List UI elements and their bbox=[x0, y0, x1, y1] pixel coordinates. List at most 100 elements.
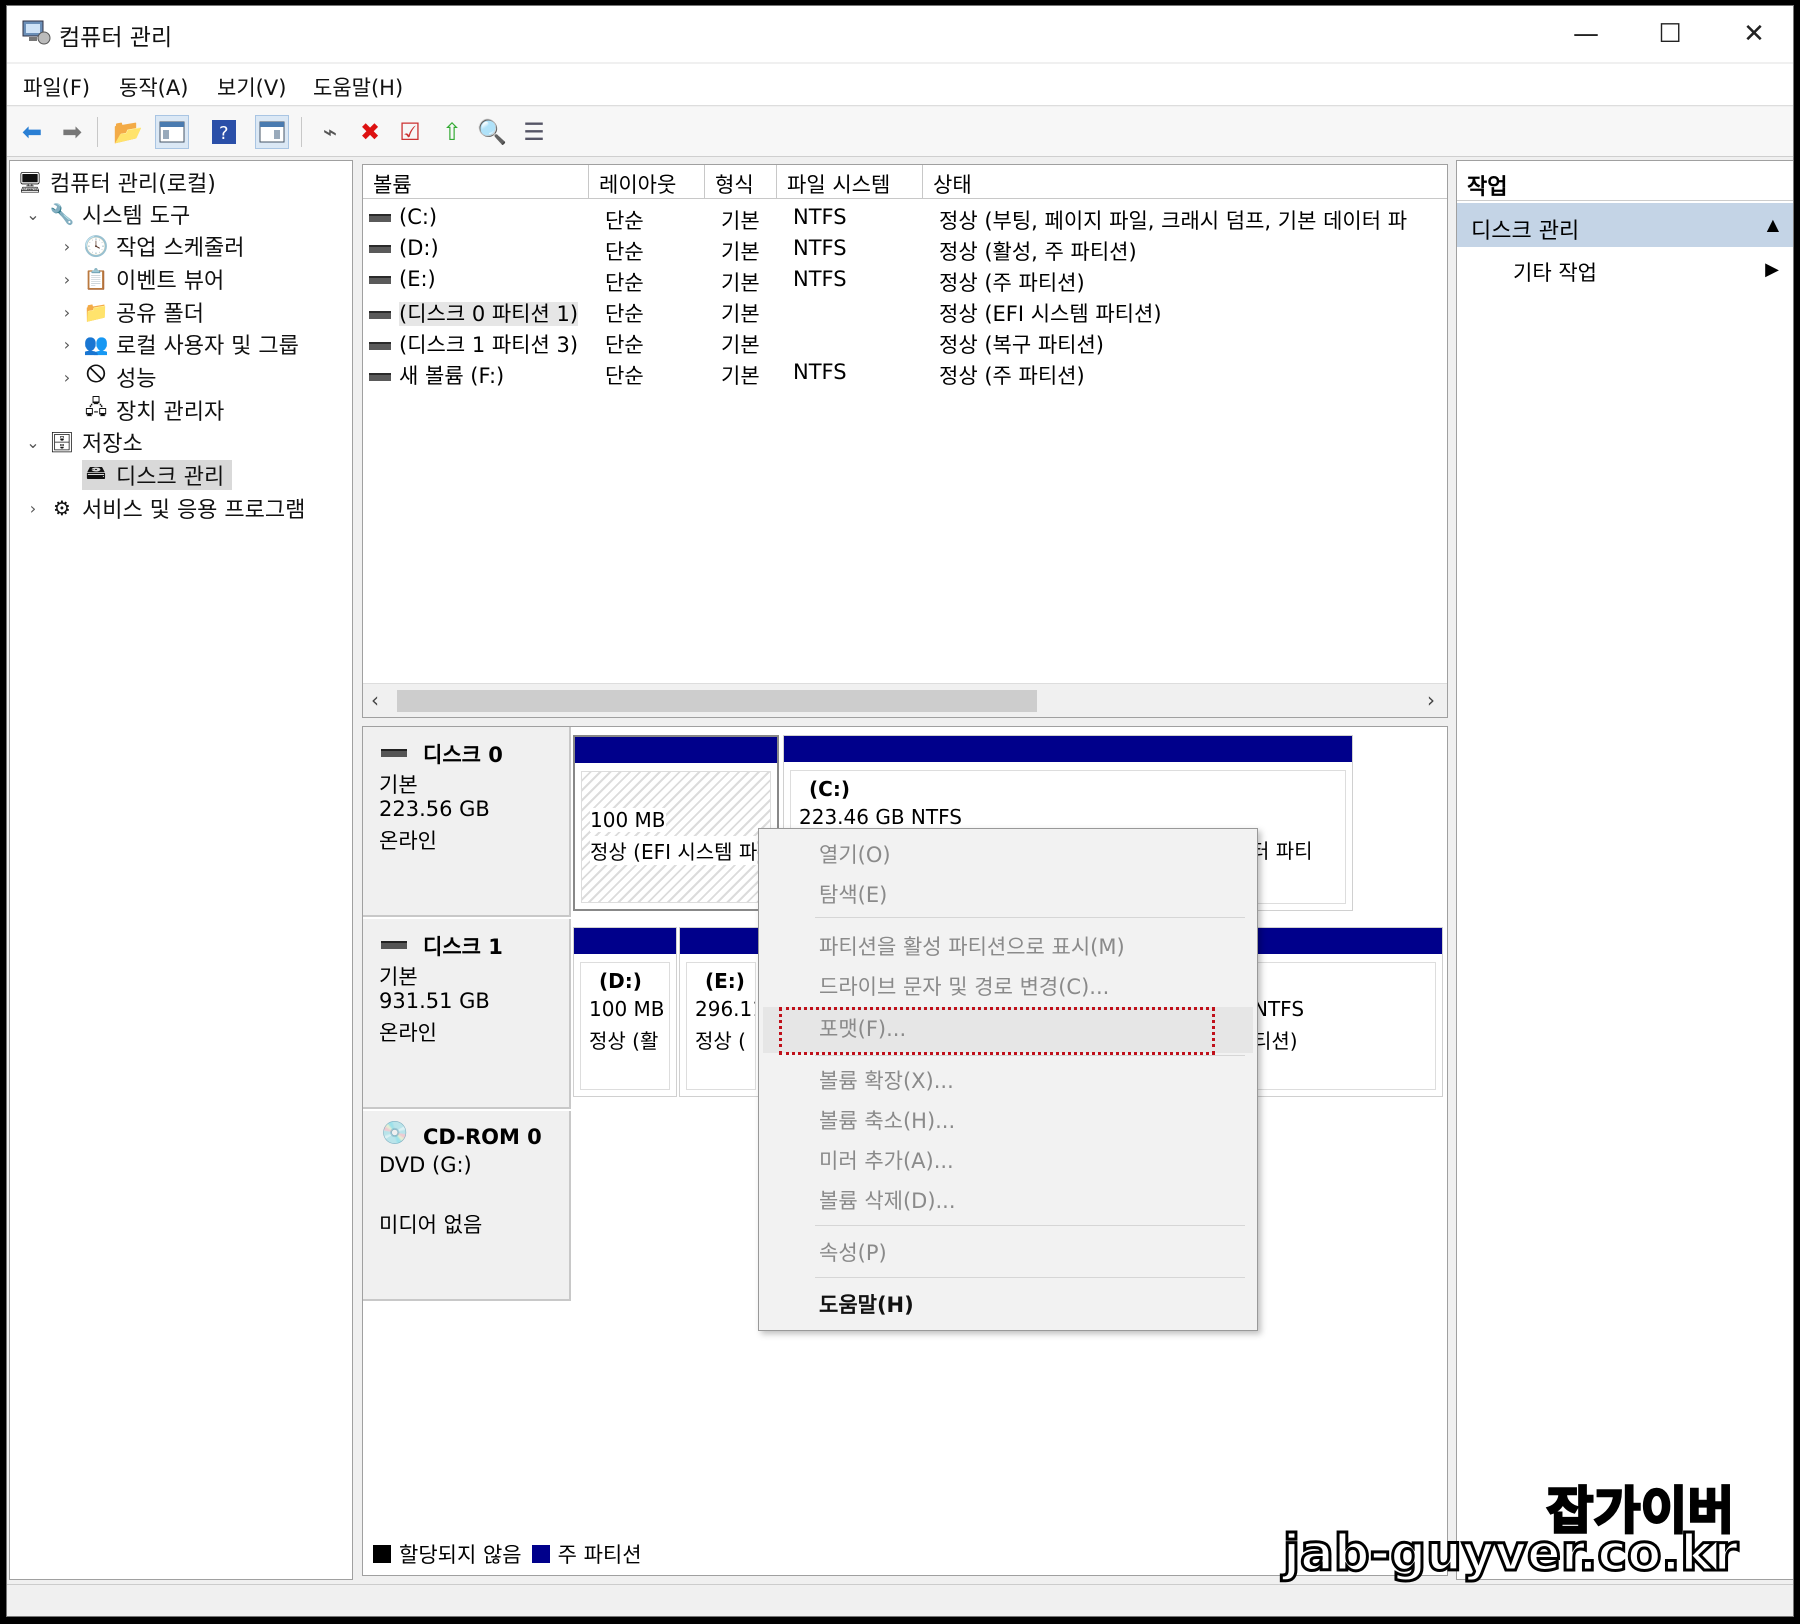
partition-disk1-f[interactable]: NTFS 티션) bbox=[1243, 927, 1443, 1097]
chevron-right-icon[interactable]: › bbox=[58, 335, 76, 354]
close-button[interactable]: ✕ bbox=[1712, 6, 1793, 62]
show-hide-tree-icon[interactable] bbox=[155, 115, 189, 149]
table-row[interactable]: (D:) 단순 기본 NTFS 정상 (활성, 주 파티션) bbox=[363, 234, 1447, 264]
menu-file[interactable]: 파일(F) bbox=[23, 72, 90, 102]
menu-help[interactable]: 도움말(H) bbox=[313, 72, 403, 102]
submenu-arrow-icon[interactable]: ▶ bbox=[1765, 259, 1779, 280]
menu-item-help[interactable]: 도움말(H) bbox=[819, 1289, 914, 1319]
computer-management-window: 컴퓨터 관리 — ☐ ✕ 파일(F) 동작(A) 보기(V) 도움말(H) ⬅ … bbox=[6, 5, 1794, 1617]
column-status[interactable]: 상태 bbox=[923, 165, 1447, 199]
tree-item-local-users[interactable]: › 👥 로컬 사용자 및 그룹 bbox=[58, 329, 299, 359]
table-row[interactable]: (디스크 0 파티션 1) 단순 기본 정상 (EFI 시스템 파티션) bbox=[363, 296, 1447, 326]
chevron-down-icon[interactable]: ⌄ bbox=[24, 205, 42, 224]
table-row[interactable]: (C:) 단순 기본 NTFS 정상 (부팅, 페이지 파일, 크래시 덤프, … bbox=[363, 203, 1447, 233]
forward-arrow-icon[interactable]: ➡ bbox=[55, 115, 89, 149]
partition-label: (E:) bbox=[705, 969, 745, 993]
chevron-right-icon[interactable]: › bbox=[24, 499, 42, 518]
storage-icon: 🗄 bbox=[49, 430, 75, 454]
partition-size: NTFS bbox=[1253, 997, 1305, 1021]
properties-check-icon[interactable]: ☑ bbox=[393, 115, 427, 149]
chevron-right-icon[interactable]: › bbox=[58, 237, 76, 256]
menu-item-mark-active[interactable]: 파티션을 활성 파티션으로 표시(M) bbox=[819, 931, 1125, 961]
column-filesystem[interactable]: 파일 시스템 bbox=[777, 165, 923, 199]
menu-item-open[interactable]: 열기(O) bbox=[819, 839, 891, 869]
connect-drive-icon[interactable]: ⌁ bbox=[313, 115, 347, 149]
drive-icon bbox=[369, 276, 391, 284]
delete-icon[interactable]: ✖ bbox=[353, 115, 387, 149]
show-hide-action-pane-icon[interactable] bbox=[255, 115, 289, 149]
chevron-right-icon[interactable]: › bbox=[58, 270, 76, 289]
action-pane-title: 작업 bbox=[1457, 161, 1793, 201]
menu-action[interactable]: 동작(A) bbox=[119, 72, 188, 102]
tree-item-services[interactable]: › ⚙ 서비스 및 응용 프로그램 bbox=[24, 493, 306, 523]
menu-item-add-mirror[interactable]: 미러 추가(A)... bbox=[819, 1145, 954, 1175]
up-folder-icon[interactable]: 📂 bbox=[111, 115, 145, 149]
chevron-right-icon[interactable]: › bbox=[58, 368, 76, 387]
list-view-icon[interactable]: ☰ bbox=[517, 115, 551, 149]
tree-label: 서비스 및 응용 프로그램 bbox=[82, 498, 306, 523]
tree-item-root[interactable]: 🖥 컴퓨터 관리(로컬) bbox=[16, 167, 216, 197]
cell-status: 정상 (주 파티션) bbox=[939, 364, 1085, 388]
scroll-right-icon[interactable]: › bbox=[1427, 688, 1435, 712]
menu-item-properties[interactable]: 속성(P) bbox=[819, 1237, 887, 1267]
disk-type: 기본 bbox=[379, 965, 418, 989]
tree-item-storage[interactable]: ⌄ 🗄 저장소 bbox=[24, 427, 142, 457]
column-volume[interactable]: 볼륨 bbox=[363, 165, 589, 199]
table-row[interactable]: (디스크 1 파티션 3) 단순 기본 정상 (복구 파티션) bbox=[363, 327, 1447, 357]
cell-status: 정상 (부팅, 페이지 파일, 크래시 덤프, 기본 데이터 파 bbox=[939, 209, 1408, 233]
tree-item-task-scheduler[interactable]: › 🕓 작업 스케줄러 bbox=[58, 231, 245, 261]
table-row[interactable]: (E:) 단순 기본 NTFS 정상 (주 파티션) bbox=[363, 265, 1447, 295]
menu-item-extend[interactable]: 볼륨 확장(X)... bbox=[819, 1065, 954, 1095]
chevron-right-icon[interactable]: › bbox=[58, 303, 76, 322]
partition-disk1-d[interactable]: (D:) 100 MB 정상 (활 bbox=[573, 927, 677, 1097]
collapse-up-icon[interactable]: ▲ bbox=[1767, 215, 1779, 234]
menu-bar: 파일(F) 동작(A) 보기(V) 도움말(H) bbox=[7, 64, 1793, 106]
partition-status: 정상 ( bbox=[695, 1029, 746, 1053]
menu-view[interactable]: 보기(V) bbox=[217, 72, 286, 102]
tree-item-disk-management[interactable]: 🖴 디스크 관리 bbox=[82, 460, 233, 490]
menu-item-change-letter[interactable]: 드라이브 문자 및 경로 변경(C)... bbox=[819, 971, 1109, 1001]
help-icon[interactable]: ? bbox=[207, 115, 241, 149]
primary-swatch bbox=[531, 1545, 550, 1563]
scroll-thumb[interactable] bbox=[397, 690, 1037, 712]
tree-label: 성능 bbox=[116, 367, 157, 392]
legend-unallocated: 할당되지 않음 bbox=[399, 1543, 522, 1567]
maximize-button[interactable]: ☐ bbox=[1628, 6, 1712, 62]
tree-item-device-manager[interactable]: 🖧 장치 관리자 bbox=[82, 395, 224, 425]
format-highlight-box bbox=[779, 1007, 1215, 1055]
action-section-disk-management[interactable]: 디스크 관리 ▲ bbox=[1457, 203, 1793, 247]
disk0-info[interactable]: 디스크 0 기본 223.56 GB 온라인 bbox=[363, 727, 571, 917]
horizontal-scrollbar[interactable]: ‹ › bbox=[363, 683, 1447, 717]
disk-name: 디스크 0 bbox=[423, 743, 503, 767]
menu-item-delete[interactable]: 볼륨 삭제(D)... bbox=[819, 1185, 956, 1215]
tree-item-performance[interactable]: › 🛇 성능 bbox=[58, 362, 157, 392]
partition-disk1-e[interactable]: (E:) 296.11 정상 ( bbox=[679, 927, 763, 1097]
scroll-left-icon[interactable]: ‹ bbox=[371, 688, 379, 712]
partition-status: 정상 (활 bbox=[589, 1029, 659, 1053]
search-folder-icon[interactable]: 🔍 bbox=[475, 115, 509, 149]
tree-label: 시스템 도구 bbox=[82, 204, 191, 229]
export-up-icon[interactable]: ⇧ bbox=[435, 115, 469, 149]
column-type[interactable]: 형식 bbox=[705, 165, 777, 199]
cell-status: 정상 (활성, 주 파티션) bbox=[939, 240, 1137, 264]
column-layout[interactable]: 레이아웃 bbox=[589, 165, 705, 199]
clock-icon: 🕓 bbox=[83, 234, 109, 258]
menu-item-explore[interactable]: 탐색(E) bbox=[819, 879, 887, 909]
tree-item-event-viewer[interactable]: › 📋 이벤트 뷰어 bbox=[58, 264, 224, 294]
menu-item-shrink[interactable]: 볼륨 축소(H)... bbox=[819, 1105, 955, 1135]
cdrom0-info[interactable]: 💿 CD-ROM 0 DVD (G:) 미디어 없음 bbox=[363, 1111, 571, 1301]
partition-disk0-efi[interactable]: 100 MB 정상 (EFI 시스템 파 bbox=[573, 735, 779, 911]
drive-icon bbox=[369, 245, 391, 253]
disk1-info[interactable]: 디스크 1 기본 931.51 GB 온라인 bbox=[363, 919, 571, 1109]
minimize-button[interactable]: — bbox=[1544, 6, 1628, 62]
chevron-down-icon[interactable]: ⌄ bbox=[24, 433, 42, 452]
table-row[interactable]: 새 볼륨 (F:) 단순 기본 NTFS 정상 (주 파티션) bbox=[363, 358, 1447, 388]
cell-type: 기본 bbox=[721, 209, 760, 233]
cdrom-icon: 💿 bbox=[381, 1121, 409, 1146]
cell-volume: (디스크 0 파티션 1) bbox=[399, 302, 579, 326]
action-more[interactable]: 기타 작업 bbox=[1513, 257, 1597, 287]
disk-icon bbox=[381, 941, 407, 949]
back-arrow-icon[interactable]: ⬅ bbox=[15, 115, 49, 149]
tree-item-shared-folders[interactable]: › 📁 공유 폴더 bbox=[58, 297, 204, 327]
tree-item-system-tools[interactable]: ⌄ 🔧 시스템 도구 bbox=[24, 199, 190, 229]
